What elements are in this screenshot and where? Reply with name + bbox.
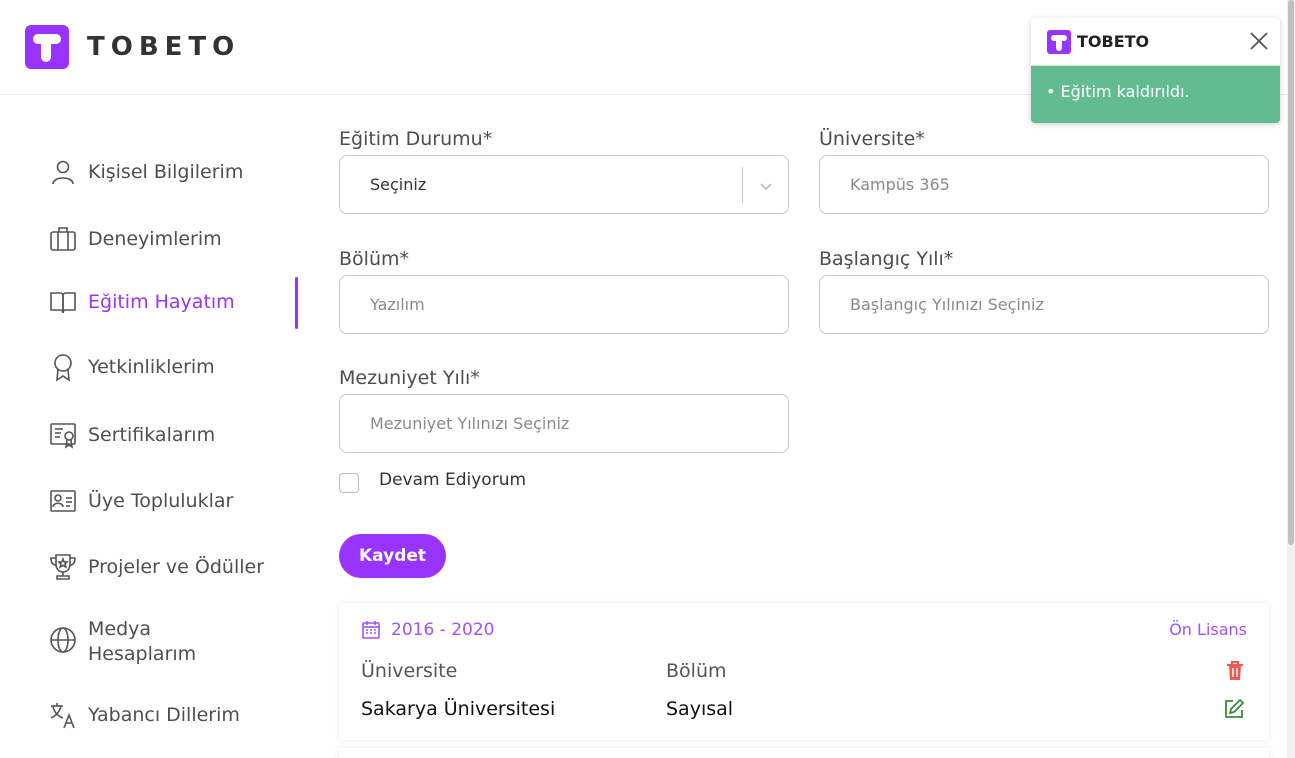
university-label: Üniversite* bbox=[819, 128, 925, 150]
sidebar-item-education[interactable]: Eğitim Hayatım bbox=[48, 287, 235, 317]
award-icon bbox=[54, 354, 72, 382]
save-button[interactable]: Kaydet bbox=[339, 534, 446, 578]
trash-icon[interactable] bbox=[1225, 660, 1245, 682]
graduation-year-label: Mezuniyet Yılı* bbox=[339, 367, 480, 389]
department-value: Sayısal bbox=[666, 698, 734, 720]
active-indicator bbox=[295, 277, 298, 329]
university-header: Üniversite bbox=[361, 660, 458, 682]
trophy-icon bbox=[50, 554, 76, 580]
certificate-icon bbox=[50, 423, 76, 449]
toast-notification: TOBETO • Eğitim kaldırıldı. bbox=[1031, 18, 1280, 123]
department-field-wrapper bbox=[339, 275, 789, 334]
education-status-label: Eğitim Durumu* bbox=[339, 128, 493, 150]
start-year-label: Başlangıç Yılı* bbox=[819, 248, 954, 270]
tobeto-logo-icon bbox=[25, 25, 69, 69]
sidebar-item-experiences[interactable]: Deneyimlerim bbox=[48, 224, 222, 254]
education-level: Ön Lisans bbox=[1169, 620, 1247, 639]
toast-title: TOBETO bbox=[1077, 32, 1150, 51]
sidebar-item-label: Yabancı Dillerim bbox=[88, 704, 240, 726]
sidebar-item-label: Kişisel Bilgilerim bbox=[88, 161, 244, 183]
department-label: Bölüm* bbox=[339, 248, 409, 270]
graduation-year-input[interactable] bbox=[340, 395, 788, 452]
close-icon[interactable] bbox=[1248, 30, 1270, 52]
sidebar-item-label: Deneyimlerim bbox=[88, 228, 222, 250]
chevron-down-icon[interactable] bbox=[758, 178, 774, 194]
tobeto-logo-icon bbox=[1047, 30, 1071, 54]
brand-logo[interactable]: TOBETO bbox=[25, 25, 240, 69]
sidebar-item-label: Yetkinliklerim bbox=[88, 356, 215, 378]
university-input[interactable] bbox=[820, 156, 1268, 213]
years-text: 2016 - 2020 bbox=[391, 620, 495, 640]
translate-icon bbox=[50, 703, 75, 729]
graduation-year-field-wrapper bbox=[339, 394, 789, 453]
person-icon bbox=[52, 160, 74, 185]
sidebar-item-communities[interactable]: Üye Topluluklar bbox=[48, 486, 233, 516]
education-status-value: Seçiniz bbox=[370, 175, 427, 194]
sidebar-item-label: Sertifikalarım bbox=[88, 424, 216, 446]
briefcase-icon bbox=[50, 227, 76, 251]
select-divider bbox=[742, 167, 743, 203]
sidebar-item-projects-awards[interactable]: Projeler ve Ödüller bbox=[48, 552, 264, 582]
globe-icon bbox=[50, 627, 76, 653]
ongoing-checkbox-label[interactable]: Devam Ediyorum bbox=[379, 470, 526, 490]
page-scrollbar[interactable] bbox=[1287, 0, 1295, 758]
department-input[interactable] bbox=[340, 276, 788, 333]
sidebar-item-competencies[interactable]: Yetkinliklerim bbox=[48, 352, 215, 382]
department-header: Bölüm bbox=[666, 660, 727, 682]
university-field-wrapper bbox=[819, 155, 1269, 214]
toast-message: • Eğitim kaldırıldı. bbox=[1031, 66, 1280, 123]
sidebar-item-personal-info[interactable]: Kişisel Bilgilerim bbox=[48, 157, 243, 187]
start-year-input[interactable] bbox=[820, 276, 1268, 333]
label-line-2: Hesaplarım bbox=[88, 643, 197, 665]
edit-icon[interactable] bbox=[1223, 698, 1245, 720]
education-years: 2016 - 2020 bbox=[361, 620, 494, 640]
toast-header: TOBETO bbox=[1031, 18, 1280, 66]
sidebar-item-label: Üye Topluluklar bbox=[88, 490, 234, 512]
id-card-icon bbox=[50, 490, 76, 512]
book-icon bbox=[50, 292, 76, 314]
label-line-1: Medya bbox=[88, 618, 152, 640]
ongoing-checkbox[interactable] bbox=[339, 473, 359, 493]
scrollbar-thumb[interactable] bbox=[1288, 0, 1294, 545]
sidebar-item-label: Medya Hesaplarım bbox=[88, 617, 196, 667]
education-status-select[interactable]: Seçiniz bbox=[339, 155, 789, 214]
brand-name: TOBETO bbox=[87, 32, 241, 62]
calendar-icon bbox=[362, 621, 380, 639]
education-card: 2016 - 2020 Ön Lisans Üniversite Bölüm S… bbox=[339, 603, 1269, 740]
university-value: Sakarya Üniversitesi bbox=[361, 698, 556, 720]
start-year-field-wrapper bbox=[819, 275, 1269, 334]
education-card-next bbox=[339, 748, 1269, 758]
sidebar-item-label: Projeler ve Ödüller bbox=[88, 556, 265, 578]
sidebar-item-label: Eğitim Hayatım bbox=[88, 291, 235, 313]
sidebar-item-certificates[interactable]: Sertifikalarım bbox=[48, 420, 215, 450]
sidebar-item-media-accounts[interactable]: Medya Hesaplarım bbox=[48, 617, 196, 667]
sidebar-item-languages[interactable]: Yabancı Dillerim bbox=[48, 700, 240, 730]
